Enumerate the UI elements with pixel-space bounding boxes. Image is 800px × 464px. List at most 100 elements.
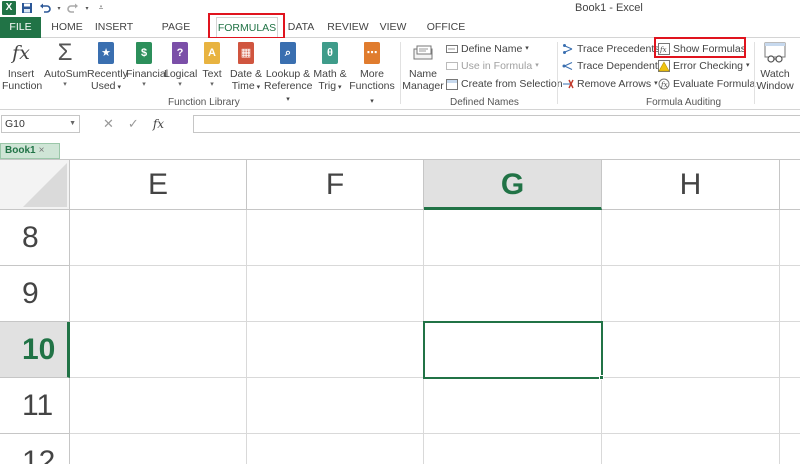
logical-button[interactable]: ? Logical ▾: [164, 41, 197, 89]
group-divider: [557, 42, 558, 104]
evaluate-formula-button[interactable]: fx Evaluate Formula: [658, 76, 755, 92]
use-in-formula-button[interactable]: Use in Formula ▾: [446, 58, 539, 74]
cell-h10[interactable]: [602, 322, 780, 378]
tab-office-tab[interactable]: OFFICE TAB: [416, 17, 476, 54]
tab-page-layout[interactable]: PAGE LAYOUT: [142, 17, 210, 54]
quick-access-toolbar: X ▾ ▾ ⩡: [2, 1, 108, 15]
undo-icon[interactable]: [38, 1, 52, 15]
cell-partial[interactable]: [780, 210, 800, 266]
watch-window-button[interactable]: Watch Window: [756, 41, 794, 92]
row-header-9[interactable]: 9: [0, 266, 70, 322]
cell-f11[interactable]: [247, 378, 424, 434]
lookup-reference-button[interactable]: ⌕ Lookup & Reference ▾: [264, 41, 312, 106]
redo-icon[interactable]: [66, 1, 80, 15]
cell-g11[interactable]: [424, 378, 602, 434]
name-box[interactable]: G10 ▼: [1, 115, 80, 133]
create-from-selection-icon: [446, 78, 458, 90]
cell-h12[interactable]: [602, 434, 780, 464]
row-header-12[interactable]: 12: [0, 434, 70, 464]
row-header-11[interactable]: 11: [0, 378, 70, 434]
select-all-corner[interactable]: [0, 160, 70, 210]
tab-data[interactable]: DATA: [283, 17, 319, 38]
column-header-f[interactable]: F: [247, 160, 424, 210]
more-functions-button[interactable]: ⋯ More Functions ▾: [348, 41, 396, 108]
excel-logo-icon: X: [2, 1, 16, 15]
cell-f8[interactable]: [247, 210, 424, 266]
active-cell-g10[interactable]: [423, 321, 603, 379]
title-bar: X ▾ ▾ ⩡ Book1 - Excel: [0, 0, 800, 17]
chevron-down-icon: ▼: [69, 120, 76, 127]
cell-partial[interactable]: [780, 378, 800, 434]
cell-e11[interactable]: [70, 378, 247, 434]
trace-precedents-button[interactable]: Trace Precedents: [562, 41, 659, 57]
svg-text:fx: fx: [660, 81, 668, 89]
cell-e8[interactable]: [70, 210, 247, 266]
text-button[interactable]: A Text ▾: [198, 41, 226, 89]
column-header-e[interactable]: E: [70, 160, 247, 210]
cell-h11[interactable]: [602, 378, 780, 434]
close-icon[interactable]: ×: [39, 145, 45, 156]
tab-file[interactable]: FILE: [0, 17, 41, 38]
cell-g9[interactable]: [424, 266, 602, 322]
cell-partial[interactable]: [780, 322, 800, 378]
cell-partial[interactable]: [780, 266, 800, 322]
create-from-selection-button[interactable]: Create from Selection: [446, 76, 563, 92]
tab-insert[interactable]: INSERT: [91, 17, 137, 38]
insert-function-fx-icon[interactable]: fx: [153, 117, 164, 131]
svg-text:fx: fx: [659, 46, 667, 54]
logical-book-icon: ?: [169, 41, 191, 65]
cancel-icon[interactable]: ✕: [103, 116, 114, 132]
window-title: Book1 - Excel: [575, 2, 643, 14]
chevron-down-icon: ▾: [535, 62, 539, 69]
chevron-down-icon: ▾: [142, 81, 146, 88]
define-name-button[interactable]: Define Name ▾: [446, 41, 529, 57]
row-header-10[interactable]: 10: [0, 322, 70, 378]
fill-handle[interactable]: [599, 375, 604, 380]
recently-used-button[interactable]: ★ Recently Used ▾: [87, 41, 128, 94]
row-header-8[interactable]: 8: [0, 210, 70, 266]
cell-f10[interactable]: [247, 322, 424, 378]
cell-f9[interactable]: [247, 266, 424, 322]
error-checking-button[interactable]: Error Checking ▾: [658, 58, 750, 74]
cell-e12[interactable]: [70, 434, 247, 464]
enter-icon[interactable]: ✓: [128, 116, 139, 132]
cell-h8[interactable]: [602, 210, 780, 266]
financial-button[interactable]: $ Financial ▾: [126, 41, 168, 89]
cell-f12[interactable]: [247, 434, 424, 464]
tab-formulas[interactable]: FORMULAS: [216, 17, 278, 39]
date-time-button[interactable]: ▦ Date & Time ▾: [228, 41, 264, 94]
column-header-g[interactable]: G: [424, 160, 602, 210]
column-header-partial[interactable]: [780, 160, 800, 210]
remove-arrows-icon: [562, 78, 574, 90]
trace-dependents-button[interactable]: Trace Dependents: [562, 58, 663, 74]
remove-arrows-button[interactable]: Remove Arrows ▾: [562, 76, 658, 92]
tab-review[interactable]: REVIEW: [324, 17, 372, 38]
tab-view[interactable]: VIEW: [376, 17, 410, 38]
math-trig-button[interactable]: θ Math & Trig ▾: [312, 41, 348, 94]
show-formulas-button[interactable]: fx Show Formulas: [658, 41, 746, 57]
chevron-down-icon: ▾: [178, 81, 182, 88]
name-manager-button[interactable]: Name Manager: [402, 41, 444, 92]
chevron-down-icon: ▾: [525, 45, 529, 52]
undo-dropdown-icon[interactable]: ▾: [56, 1, 62, 15]
name-tag-icon: [412, 41, 434, 65]
insert-function-button[interactable]: fx Insert Function: [2, 41, 42, 93]
workbook-tab-bar: Book1 ×: [0, 140, 800, 160]
cell-partial[interactable]: [780, 434, 800, 464]
cell-e9[interactable]: [70, 266, 247, 322]
cell-g8[interactable]: [424, 210, 602, 266]
workbook-tab-book1[interactable]: Book1 ×: [0, 143, 60, 159]
formula-input[interactable]: [193, 115, 800, 133]
star-book-icon: ★: [95, 41, 117, 65]
cell-h9[interactable]: [602, 266, 780, 322]
formula-bar-buttons: ✕ ✓ fx: [103, 115, 164, 133]
cell-g12[interactable]: [424, 434, 602, 464]
redo-dropdown-icon[interactable]: ▾: [84, 1, 90, 15]
autosum-button[interactable]: Σ AutoSum ▾: [44, 41, 87, 89]
spreadsheet-grid: E F G H 8 9 10 11 12: [0, 160, 800, 464]
tab-home[interactable]: HOME: [47, 17, 87, 38]
cell-e10[interactable]: [70, 322, 247, 378]
column-header-h[interactable]: H: [602, 160, 780, 210]
save-icon[interactable]: [20, 1, 34, 15]
customize-qat-icon[interactable]: ⩡: [94, 1, 108, 15]
